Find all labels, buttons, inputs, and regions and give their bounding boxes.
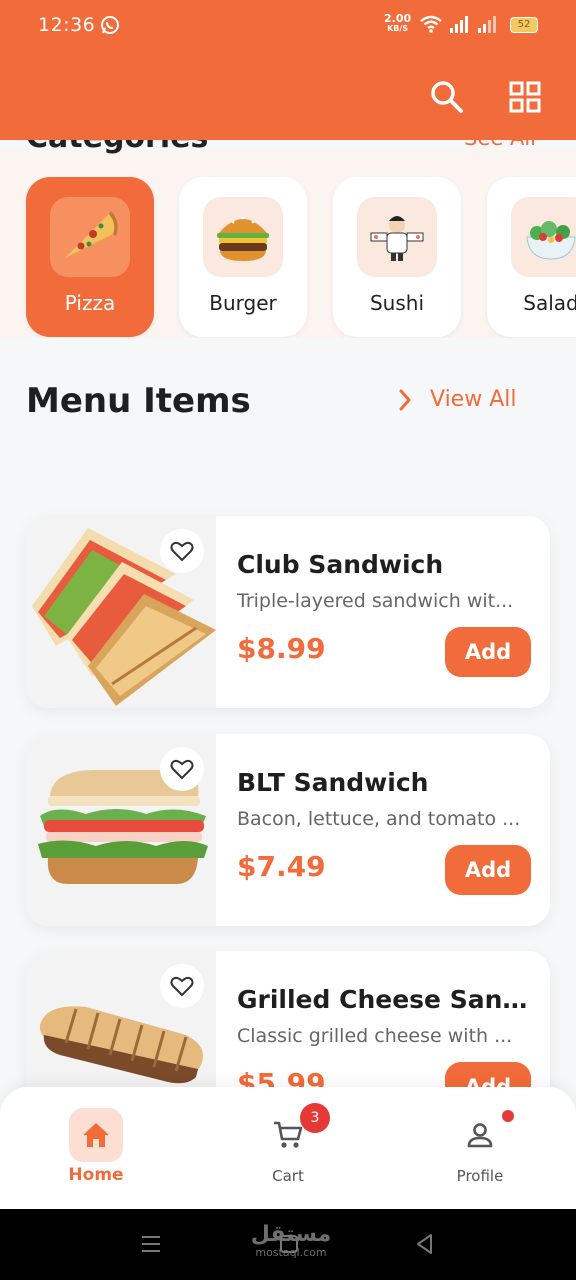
add-to-cart-button[interactable]: Add [445, 845, 531, 895]
favorite-button[interactable] [160, 964, 204, 1008]
nav-profile[interactable]: Profile [420, 1107, 540, 1197]
grid-view-button[interactable] [506, 78, 544, 116]
category-label: Salad [523, 291, 576, 315]
heart-icon [170, 976, 194, 997]
nav-home[interactable]: Home [36, 1107, 156, 1197]
chevron-right-icon [399, 389, 411, 410]
item-name: Grilled Cheese Sand... [237, 985, 537, 1014]
signal-icon [450, 16, 468, 33]
category-label: Sushi [369, 291, 425, 315]
item-price: $7.49 [237, 850, 326, 883]
cart-badge: 3 [300, 1103, 330, 1133]
add-to-cart-button[interactable]: Add [445, 627, 531, 677]
back-icon[interactable] [414, 1233, 436, 1255]
recent-apps-icon[interactable] [140, 1233, 162, 1255]
burger-icon [203, 197, 283, 277]
whatsapp-icon [101, 16, 119, 34]
sushi-icon [357, 197, 437, 277]
notification-dot [502, 1110, 514, 1122]
category-label: Pizza [64, 291, 116, 315]
item-name: BLT Sandwich [237, 768, 429, 797]
signal-icon [478, 16, 496, 33]
search-icon [431, 81, 463, 113]
blt-sandwich-image [26, 734, 216, 926]
grid-view-icon [509, 81, 541, 113]
categories-list: Pizza Burger Sushi Salad [0, 150, 576, 338]
nav-label: Profile [456, 1167, 504, 1185]
category-sushi[interactable]: Sushi [333, 177, 461, 337]
category-label: Burger [209, 291, 277, 315]
status-time: 12:36 [38, 14, 96, 36]
home-icon [69, 1108, 123, 1162]
search-button[interactable] [428, 78, 466, 116]
battery-icon: 52 [510, 17, 538, 33]
item-name: Club Sandwich [237, 550, 444, 579]
item-description: Bacon, lettuce, and tomato ... [237, 808, 521, 830]
system-navigation-bar: مستقل mostaql.com [0, 1209, 576, 1280]
view-all-link[interactable]: View All [398, 387, 516, 412]
category-pizza[interactable]: Pizza [26, 177, 154, 337]
item-price: $8.99 [237, 632, 326, 665]
app-bar [0, 50, 576, 140]
menu-item-card[interactable]: BLT Sandwich Bacon, lettuce, and tomato … [26, 734, 550, 926]
heart-icon [170, 541, 194, 562]
heart-icon [170, 759, 194, 780]
network-speed: 2.00 KB/S [384, 12, 412, 33]
item-description: Classic grilled cheese with ... [237, 1025, 513, 1047]
category-burger[interactable]: Burger [179, 177, 307, 337]
nav-label: Home [68, 1165, 124, 1185]
salad-icon [511, 197, 576, 277]
menu-item-card[interactable]: Club Sandwich Triple-layered sandwich wi… [26, 516, 550, 708]
category-salad[interactable]: Salad [487, 177, 576, 337]
club-sandwich-image [26, 516, 216, 708]
profile-icon [453, 1108, 507, 1162]
view-all-label: View All [430, 387, 517, 412]
item-description: Triple-layered sandwich wit... [237, 590, 514, 612]
home-button-icon[interactable] [278, 1233, 300, 1255]
favorite-button[interactable] [160, 747, 204, 791]
wifi-icon [420, 15, 442, 33]
bottom-navigation: Home 3 Cart Profile [0, 1087, 576, 1209]
status-bar: 12:36 2.00 KB/S 52 [0, 0, 576, 50]
nav-cart[interactable]: 3 Cart [228, 1103, 348, 1197]
menu-title: Menu Items [26, 381, 251, 421]
pizza-slice-icon [50, 197, 130, 277]
favorite-button[interactable] [160, 529, 204, 573]
nav-label: Cart [272, 1167, 304, 1185]
